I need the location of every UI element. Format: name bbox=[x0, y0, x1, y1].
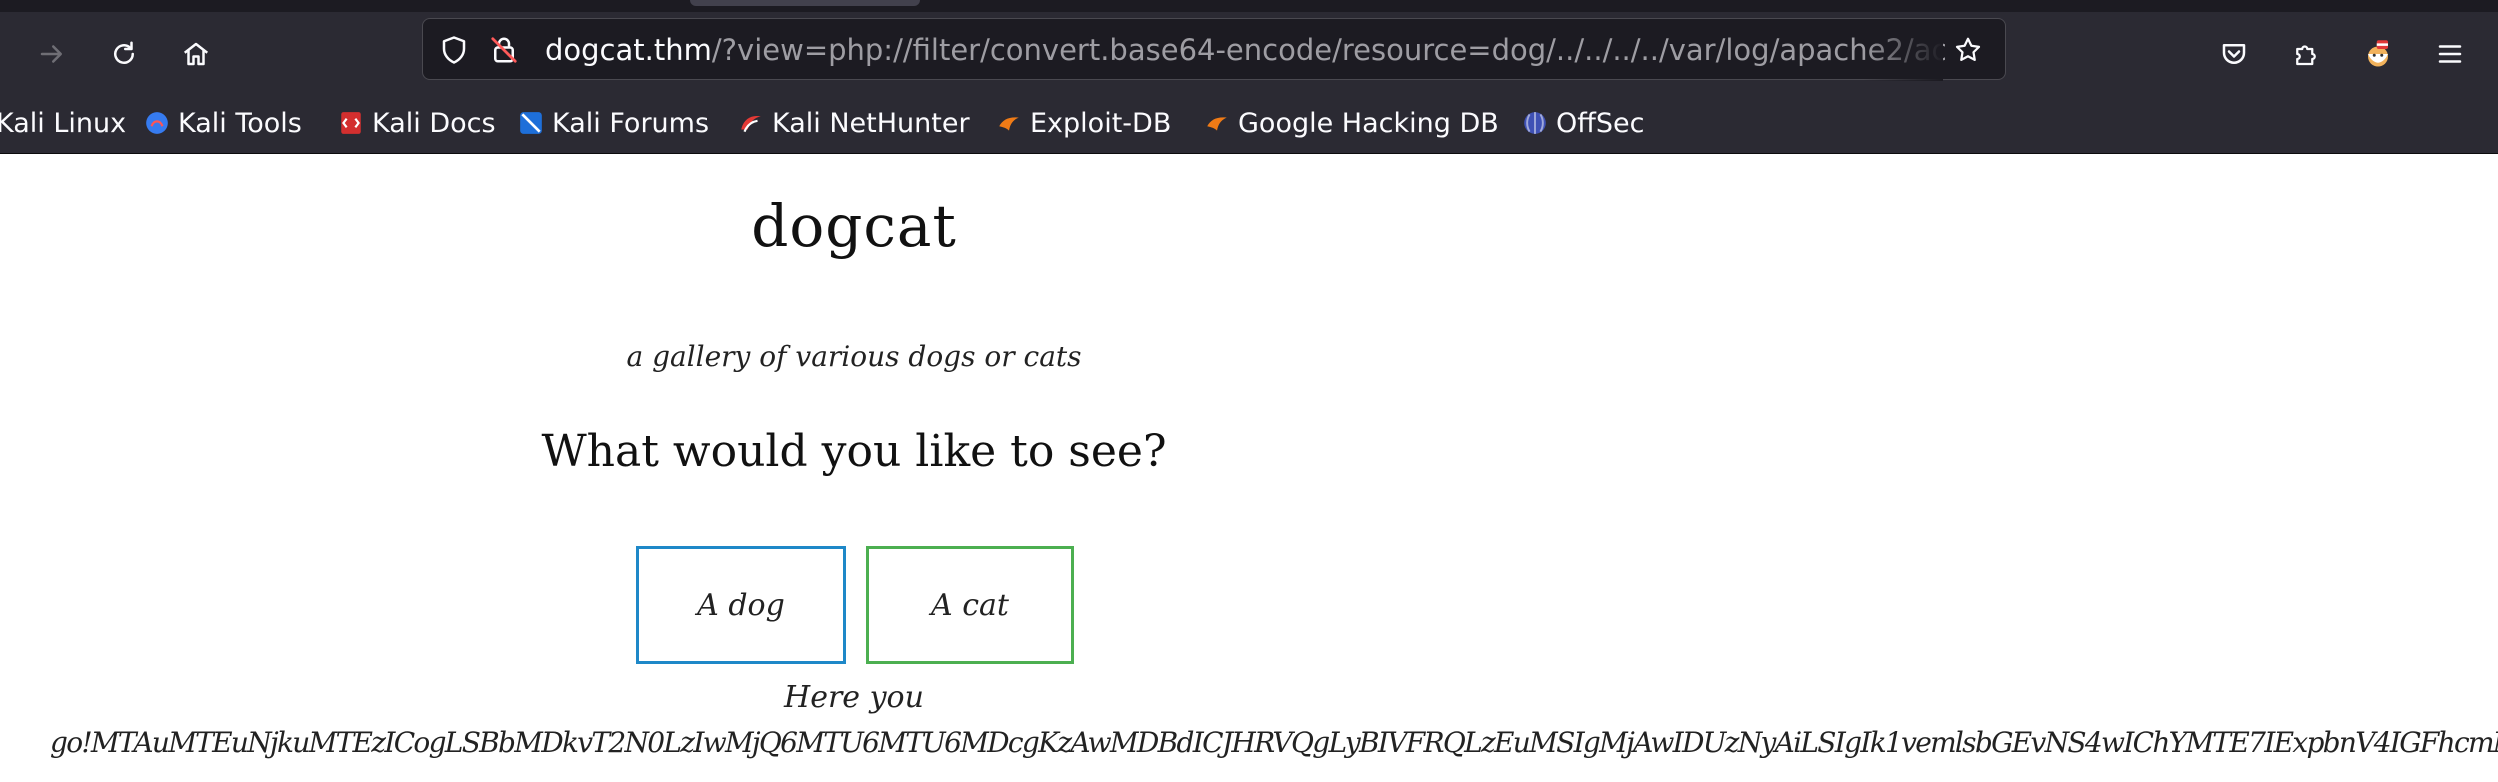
url-path: /?view=php://filter/convert.base64-encod… bbox=[711, 33, 1945, 67]
bookmark-kali-tools[interactable]: Kali Tools bbox=[144, 92, 302, 154]
pocket-icon bbox=[2222, 44, 2246, 64]
bookmark-offsec[interactable]: OffSec bbox=[1522, 92, 1644, 154]
dog-button-label: A dog bbox=[697, 587, 785, 623]
bookmark-label: Google Hacking DB bbox=[1238, 107, 1499, 139]
page-content: dogcat a gallery of various dogs or cats… bbox=[0, 154, 2498, 782]
url-host: dogcat.thm bbox=[545, 33, 712, 67]
url-bar[interactable]: dogcat.thm/?view=php://filter/convert.ba… bbox=[422, 18, 2006, 81]
nethunter-icon bbox=[741, 115, 761, 133]
bookmark-google-hacking-db[interactable]: Google Hacking DB bbox=[1204, 92, 1499, 154]
bookmark-exploit-db[interactable]: Exploit-DB bbox=[996, 92, 1171, 154]
result-label: Here you bbox=[784, 680, 924, 715]
home-button[interactable] bbox=[174, 32, 218, 76]
bookmarks-toolbar: Kali Linux Kali Tools Kali Docs Kali For… bbox=[0, 92, 2498, 154]
fox-avatar-icon bbox=[2368, 40, 2388, 67]
kali-tools-icon bbox=[146, 112, 168, 134]
ghdb-icon bbox=[1207, 117, 1227, 131]
bookmark-kali-docs[interactable]: Kali Docs bbox=[338, 92, 496, 154]
forward-button[interactable] bbox=[30, 32, 74, 76]
browser-toolbar: dogcat.thm/?view=php://filter/convert.ba… bbox=[0, 12, 2498, 92]
insecure-lock-icon[interactable] bbox=[489, 35, 519, 65]
exploitdb-icon bbox=[999, 117, 1019, 131]
arrow-right-icon bbox=[40, 45, 62, 63]
dog-button[interactable]: A dog bbox=[636, 546, 846, 664]
reload-icon bbox=[114, 41, 134, 64]
cat-button[interactable]: A cat bbox=[866, 546, 1074, 664]
hamburger-menu-icon bbox=[2438, 45, 2462, 63]
bookmark-label: Kali Docs bbox=[372, 107, 496, 139]
prompt-heading: What would you like to see? bbox=[541, 426, 1167, 477]
url-fade bbox=[1863, 19, 1943, 81]
window-title-strip bbox=[0, 0, 2498, 12]
profile-button[interactable] bbox=[2356, 32, 2400, 76]
pocket-button[interactable] bbox=[2212, 32, 2256, 76]
active-tab-edge[interactable] bbox=[690, 0, 920, 6]
bookmark-label: Kali NetHunter bbox=[772, 107, 970, 139]
cat-button-label: A cat bbox=[931, 587, 1009, 623]
bookmark-label: OffSec bbox=[1556, 107, 1645, 139]
reload-button[interactable] bbox=[102, 32, 146, 76]
bookmark-kali-nethunter[interactable]: Kali NetHunter bbox=[738, 92, 970, 154]
offsec-icon bbox=[1524, 112, 1546, 134]
bookmark-kali-forums[interactable]: Kali Forums bbox=[518, 92, 709, 154]
kali-docs-icon bbox=[341, 112, 361, 134]
star-icon[interactable] bbox=[1953, 35, 1983, 65]
puzzle-icon bbox=[2296, 45, 2316, 66]
bookmark-kali-linux[interactable]: Kali Linux bbox=[0, 92, 126, 154]
shield-icon[interactable] bbox=[439, 35, 469, 65]
bookmark-label: Kali Forums bbox=[552, 107, 710, 139]
bookmark-label: Exploit-DB bbox=[1030, 107, 1172, 139]
home-icon bbox=[183, 42, 209, 66]
kali-forums-icon bbox=[520, 112, 542, 134]
site-subtitle: a gallery of various dogs or cats bbox=[626, 340, 1082, 373]
bookmark-label: Kali Tools bbox=[178, 107, 302, 139]
bookmark-label: Kali Linux bbox=[0, 107, 127, 139]
url-text[interactable]: dogcat.thm/?view=php://filter/convert.ba… bbox=[545, 19, 1945, 81]
app-menu-button[interactable] bbox=[2428, 32, 2472, 76]
site-title: dogcat bbox=[751, 192, 957, 260]
result-output: go!MTAuMTEuNjkuMTEzICogLSBbMDkvT2N0LzIwM… bbox=[50, 726, 2498, 759]
extensions-button[interactable] bbox=[2284, 32, 2328, 76]
